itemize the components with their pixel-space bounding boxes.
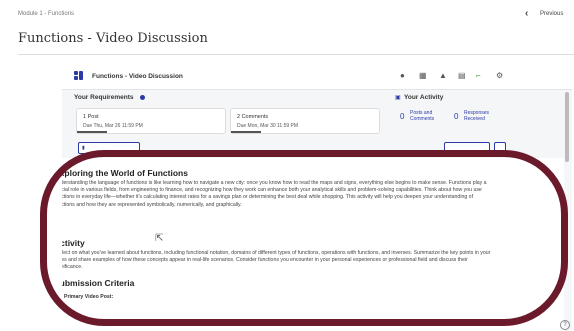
- activity-stat-responses[interactable]: 0 Responses Received: [454, 108, 514, 130]
- divider: [18, 54, 574, 55]
- stat-count: 0: [454, 112, 459, 121]
- activity-icon: ▣: [395, 95, 401, 101]
- expand-button[interactable]: [494, 142, 506, 154]
- stat-label: Responses Received: [464, 110, 490, 122]
- stat-count: 0: [400, 112, 405, 121]
- list-item: Primary Video Post:: [64, 294, 113, 300]
- section-heading: Submission Criteria: [62, 278, 135, 288]
- requirement-card-comments[interactable]: 2 Comments Due Mon, Mar 30 11:59 PM: [230, 108, 380, 134]
- breadcrumb[interactable]: Module 1 - Functions: [18, 11, 74, 17]
- mouse-cursor-icon: ⇱: [155, 233, 164, 244]
- progress-bar: [231, 131, 261, 133]
- frame-icon[interactable]: ⌐: [476, 72, 481, 80]
- gear-icon[interactable]: ⚙: [496, 72, 503, 80]
- due-date: Due Mon, Mar 30 11:59 PM: [237, 123, 299, 129]
- scrollbar[interactable]: [565, 92, 569, 162]
- grid-icon[interactable]: ▦: [419, 72, 427, 80]
- activity-stat-posts[interactable]: 0 Posts and Comments: [400, 108, 460, 130]
- section-heading: Exploring the World of Functions: [62, 168, 188, 178]
- bell-icon[interactable]: ▲: [439, 72, 447, 80]
- paragraph: Understanding the language of functions …: [62, 180, 487, 208]
- instructions-content: Exploring the World of Functions Underst…: [62, 158, 564, 331]
- requirement-title: 2 Comments: [237, 114, 269, 120]
- chat-icon[interactable]: ●: [400, 72, 405, 80]
- due-date: Due Thu, Mar 26 11:59 PM: [83, 123, 143, 129]
- chevron-left-icon[interactable]: ‹: [525, 8, 528, 19]
- top-bar: Module 1 - Functions ‹ Previous: [0, 0, 574, 28]
- progress-bar: [77, 131, 107, 133]
- tool-header: Functions - Video Discussion ● ▦ ▲ ▤ ⌐ ⚙: [62, 62, 572, 90]
- paragraph: Reflect on what you've learned about fun…: [62, 250, 491, 271]
- help-icon[interactable]: ?: [560, 320, 570, 330]
- requirements-label: Your Requirements: [74, 94, 134, 101]
- info-icon[interactable]: [140, 95, 145, 100]
- requirement-title: 1 Post: [83, 114, 99, 120]
- requirement-card-post[interactable]: 1 Post Due Thu, Mar 26 11:59 PM: [76, 108, 226, 134]
- action-button[interactable]: [444, 142, 490, 154]
- discussion-tool-panel: Functions - Video Discussion ● ▦ ▲ ▤ ⌐ ⚙…: [62, 62, 572, 331]
- page-title: Functions - Video Discussion: [18, 31, 208, 46]
- tool-title: Functions - Video Discussion: [92, 73, 183, 80]
- section-heading: Activity: [62, 238, 85, 248]
- app-logo-icon: [74, 71, 84, 81]
- stat-label: Posts and Comments: [410, 110, 435, 122]
- calendar-icon[interactable]: ▤: [458, 72, 466, 80]
- activity-label: Your Activity: [404, 94, 444, 101]
- previous-link[interactable]: Previous: [540, 11, 563, 17]
- hide-instructions-button[interactable]: [78, 142, 140, 154]
